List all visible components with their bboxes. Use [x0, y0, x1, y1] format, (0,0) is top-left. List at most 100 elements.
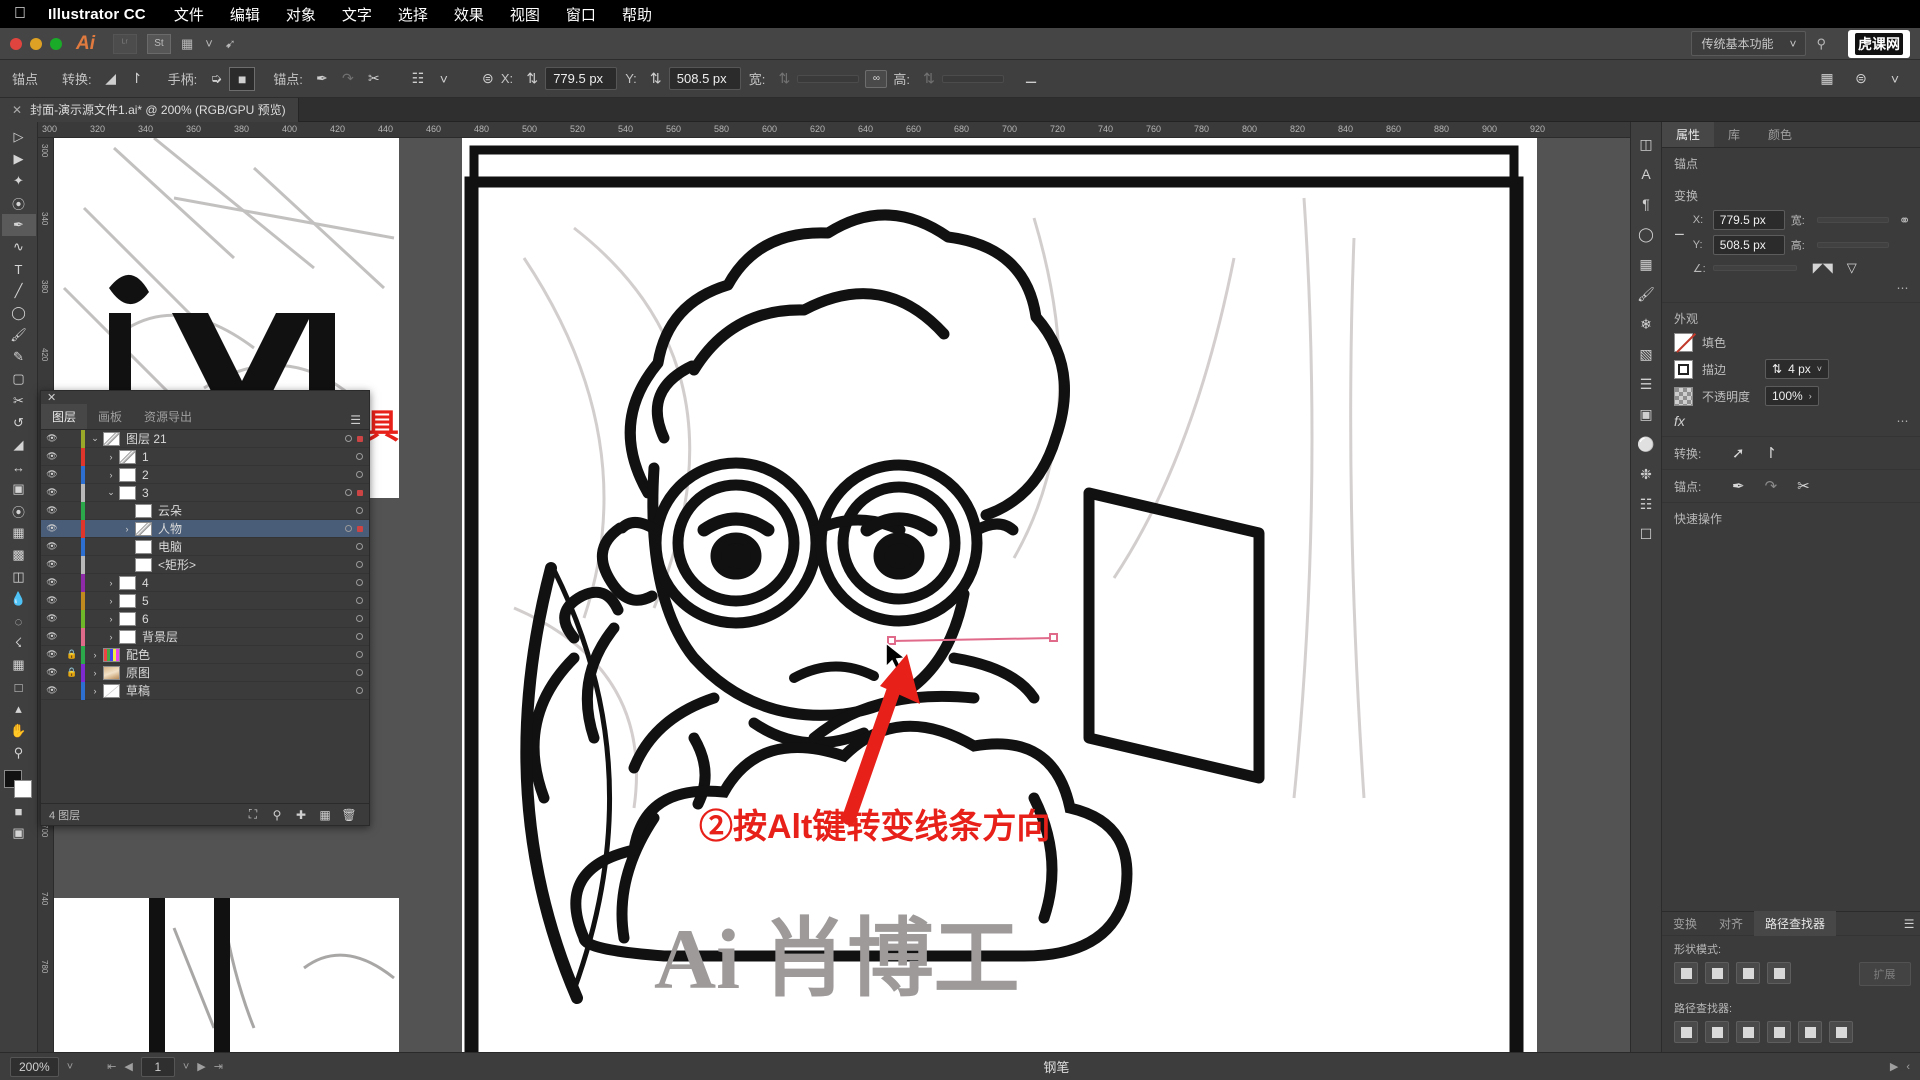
- layer-target-column[interactable]: [335, 651, 369, 658]
- tool-width[interactable]: ↔: [2, 456, 36, 478]
- panel-icon-layers-dock[interactable]: ☷: [1631, 490, 1661, 518]
- layer-target-icon[interactable]: [345, 525, 352, 532]
- panel-icon-brushes[interactable]: 🖌: [1631, 280, 1661, 308]
- tab-properties[interactable]: 属性: [1662, 122, 1715, 147]
- layer-disclosure-icon[interactable]: ›: [103, 470, 119, 480]
- layer-name[interactable]: 6: [142, 612, 335, 626]
- cut-path-at-anchor-icon[interactable]: ✂: [361, 67, 387, 91]
- layer-row[interactable]: 👁 › 6: [41, 609, 369, 628]
- layer-target-icon[interactable]: [356, 651, 363, 658]
- tool-slice[interactable]: ▴: [2, 698, 36, 720]
- tool-shape-builder[interactable]: ⦿: [2, 500, 36, 522]
- flip-vertical-icon[interactable]: ▽: [1847, 260, 1857, 276]
- tool-ellipse[interactable]: ◯: [2, 302, 36, 324]
- locate-object-icon[interactable]: ⛶: [241, 807, 265, 822]
- maximize-window-button[interactable]: [50, 37, 62, 50]
- tool-free-transform[interactable]: ▣: [2, 478, 36, 500]
- layer-target-column[interactable]: [335, 561, 369, 568]
- isolate-selected-icon[interactable]: ☷: [405, 67, 431, 91]
- layer-row[interactable]: 👁 › 4: [41, 573, 369, 592]
- menu-file[interactable]: 文件: [174, 4, 204, 25]
- status-prev-icon[interactable]: ‹: [1906, 1061, 1910, 1073]
- unlink-icon[interactable]: ⚭: [1899, 212, 1911, 229]
- window-controls[interactable]: [10, 37, 62, 50]
- divide-icon[interactable]: [1674, 1021, 1698, 1043]
- tab-color[interactable]: 颜色: [1754, 122, 1806, 147]
- last-artboard-icon[interactable]: ⇥: [214, 1060, 223, 1073]
- layer-visibility-icon[interactable]: 👁: [41, 685, 63, 696]
- layer-name[interactable]: 原图: [126, 664, 335, 681]
- fill-stroke-swatches[interactable]: [3, 770, 34, 800]
- corner-anchor-icon[interactable]: ➚: [1732, 444, 1745, 462]
- close-icon[interactable]: ✕: [47, 393, 56, 404]
- create-new-sublayer-icon[interactable]: ✚: [289, 808, 313, 822]
- tab-libraries[interactable]: 库: [1714, 122, 1754, 147]
- layer-name[interactable]: 配色: [126, 646, 335, 663]
- layers-list[interactable]: 👁 ⌄ 图层 21 👁 › 1 👁 › 2 👁 ⌄ 3 👁 云朵 👁 › 人物 👁 电脑 👁 <矩形> 👁 › 4 👁 › 5 👁 › 6…: [41, 430, 369, 803]
- opacity-row[interactable]: 不透明度 100% ›: [1674, 386, 1911, 406]
- tool-perspective-grid[interactable]: ▦: [2, 522, 36, 544]
- tool-eyedropper[interactable]: 💧: [2, 588, 36, 610]
- layer-target-column[interactable]: [335, 687, 369, 694]
- chevron-down-icon[interactable]: ˅: [205, 36, 213, 51]
- crop-icon[interactable]: [1767, 1021, 1791, 1043]
- prev-artboard-icon[interactable]: ◀: [124, 1060, 132, 1073]
- bridge-button[interactable]: ᴸʳ: [113, 33, 137, 54]
- layer-name[interactable]: 4: [142, 576, 335, 590]
- layer-target-column[interactable]: [335, 669, 369, 676]
- smooth-anchor-icon[interactable]: ↾: [1765, 444, 1778, 462]
- reference-point-icon[interactable]: ⚊: [1674, 210, 1685, 238]
- tab-align[interactable]: 对齐: [1708, 911, 1754, 936]
- layer-target-icon[interactable]: [345, 489, 352, 496]
- layer-visibility-icon[interactable]: 👁: [41, 469, 63, 480]
- artboard-number-input[interactable]: 1: [140, 1056, 175, 1077]
- layer-name[interactable]: 2: [142, 468, 335, 482]
- panel-icon-artboards[interactable]: ☐: [1631, 520, 1661, 548]
- merge-icon[interactable]: [1736, 1021, 1760, 1043]
- tool-direct-selection[interactable]: ▶: [2, 148, 36, 170]
- expand-button[interactable]: 扩展: [1858, 962, 1911, 986]
- panel-menu-icon[interactable]: ☰: [342, 411, 369, 429]
- stroke-swatch[interactable]: [13, 780, 32, 798]
- tool-gradient[interactable]: ◫: [2, 566, 36, 588]
- tool-line-segment[interactable]: ╱: [2, 280, 36, 302]
- height-input[interactable]: [942, 74, 1005, 83]
- appearance-more-options-icon[interactable]: ⋯: [1685, 414, 1911, 428]
- transform-each-icon[interactable]: ⚊: [1018, 67, 1044, 91]
- layer-row[interactable]: 👁 ⌄ 图层 21: [41, 430, 369, 448]
- layer-visibility-icon[interactable]: 👁: [41, 451, 63, 462]
- unite-icon[interactable]: [1674, 962, 1698, 984]
- tool-column-graph[interactable]: ▦: [2, 654, 36, 676]
- tool-lasso[interactable]: ⦿: [2, 192, 36, 214]
- tool-rotate[interactable]: ↺: [2, 412, 36, 434]
- convert-to-corner-icon[interactable]: ◢: [98, 67, 124, 91]
- minimize-window-button[interactable]: [30, 37, 42, 50]
- menu-select[interactable]: 选择: [398, 4, 428, 25]
- show-handles-icon[interactable]: ➭: [203, 67, 229, 91]
- layer-target-icon[interactable]: [356, 669, 363, 676]
- layer-lock-icon[interactable]: 🔒: [63, 649, 81, 660]
- layer-name[interactable]: 云朵: [158, 502, 335, 519]
- width-input[interactable]: [797, 74, 860, 83]
- layer-name[interactable]: 图层 21: [126, 430, 335, 447]
- layer-name[interactable]: 电脑: [158, 538, 335, 555]
- layer-disclosure-icon[interactable]: ›: [103, 614, 119, 624]
- panel-icon-appearance[interactable]: ⚪: [1631, 430, 1661, 458]
- tool-scissors[interactable]: ✂: [2, 390, 36, 412]
- create-new-layer-icon[interactable]: ▦: [313, 808, 337, 822]
- tool-screen-mode[interactable]: ▣: [2, 822, 36, 844]
- anchor-pen-icon[interactable]: ✒: [1732, 477, 1745, 495]
- layer-target-column[interactable]: [335, 489, 369, 496]
- opacity-swatch[interactable]: [1674, 386, 1693, 406]
- tool-shaper[interactable]: ✎: [2, 346, 36, 368]
- layer-disclosure-icon[interactable]: ›: [103, 452, 119, 462]
- layer-row[interactable]: 👁 › 5: [41, 591, 369, 610]
- chevron-down-icon[interactable]: ˅: [1882, 67, 1908, 91]
- menu-window[interactable]: 窗口: [566, 4, 596, 25]
- layer-target-column[interactable]: [335, 471, 369, 478]
- layer-row[interactable]: 👁 › 草稿: [41, 681, 369, 700]
- layer-disclosure-icon[interactable]: ›: [103, 596, 119, 606]
- panel-icon-symbols[interactable]: ❄: [1631, 310, 1661, 338]
- delete-layer-icon[interactable]: 🗑: [337, 808, 361, 822]
- y-input[interactable]: 508.5 px: [668, 67, 741, 90]
